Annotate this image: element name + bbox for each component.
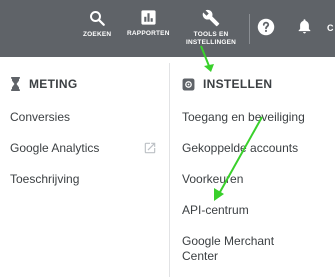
settings-icon — [182, 78, 195, 90]
menu-item-toegang-beveiliging[interactable]: Toegang en beveiliging — [182, 110, 305, 125]
menu-item-conversies[interactable]: Conversies — [10, 110, 70, 125]
external-link-icon[interactable] — [143, 141, 157, 155]
menu-item-google-analytics[interactable]: Google Analytics — [10, 141, 99, 156]
menu-item-gekoppelde-accounts[interactable]: Gekoppelde accounts — [182, 141, 298, 156]
top-toolbar: ZOEKEN RAPPORTEN TOOLS EN INSTELLINGEN C — [0, 0, 335, 57]
instellen-title: INSTELLEN — [203, 77, 273, 91]
menu-item-voorkeuren[interactable]: Voorkeuren — [182, 172, 243, 187]
menu-item-api-centrum[interactable]: API-centrum — [182, 203, 249, 218]
search-label: ZOEKEN — [83, 31, 112, 38]
column-divider — [169, 63, 170, 277]
wrench-icon — [202, 9, 220, 27]
help-button[interactable] — [257, 18, 275, 41]
tools-label-line1: TOOLS EN — [193, 31, 229, 38]
tools-label-line2: INSTELLINGEN — [186, 39, 237, 46]
hourglass-icon — [11, 77, 20, 91]
toolbar-divider — [249, 14, 250, 44]
meting-section-header: METING — [10, 77, 77, 91]
merchant-center-line2: Center — [182, 249, 219, 263]
merchant-center-line1: Google Merchant — [182, 234, 275, 248]
tools-label: TOOLS EN INSTELLINGEN — [186, 31, 236, 47]
instellen-section-header: INSTELLEN — [182, 77, 272, 91]
notifications-button[interactable] — [296, 16, 313, 41]
bell-icon — [298, 19, 311, 34]
search-button[interactable]: ZOEKEN — [83, 9, 111, 39]
overflow-label[interactable]: C — [327, 23, 334, 33]
search-icon — [90, 11, 106, 26]
menu-item-toeschrijving[interactable]: Toeschrijving — [10, 172, 79, 187]
reports-label: RAPPORTEN — [127, 30, 170, 37]
meting-title: METING — [29, 77, 78, 91]
tools-settings-button[interactable]: TOOLS EN INSTELLINGEN — [186, 9, 236, 47]
bar-chart-icon — [141, 10, 156, 25]
menu-item-google-merchant-center[interactable]: Google Merchant Center — [182, 234, 274, 264]
reports-button[interactable]: RAPPORTEN — [127, 9, 170, 38]
help-icon — [257, 18, 275, 36]
